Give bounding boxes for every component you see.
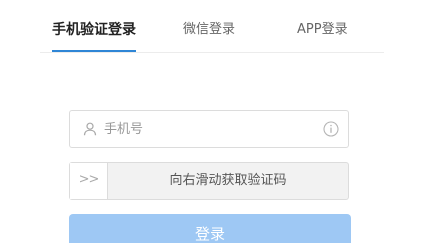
slider-hint: 向右滑动获取验证码 [169,173,287,188]
slider-verify[interactable]: >> 向右滑动获取验证码 [69,162,349,200]
user-icon [83,122,97,136]
slider-handle[interactable]: >> [70,163,108,199]
login-panel: 手机验证登录 微信登录 APP登录 >> 向右滑动获取验证码 登录 [0,0,428,243]
login-tabs: 手机验证登录 微信登录 APP登录 [40,12,384,53]
phone-input[interactable] [104,111,314,147]
info-icon[interactable] [323,121,339,137]
tab-app-login[interactable]: APP登录 [297,12,348,50]
login-button[interactable]: 登录 [69,214,351,243]
tab-phone-login[interactable]: 手机验证登录 [52,12,136,52]
tab-wechat-login[interactable]: 微信登录 [183,12,235,50]
phone-field[interactable] [69,110,349,148]
